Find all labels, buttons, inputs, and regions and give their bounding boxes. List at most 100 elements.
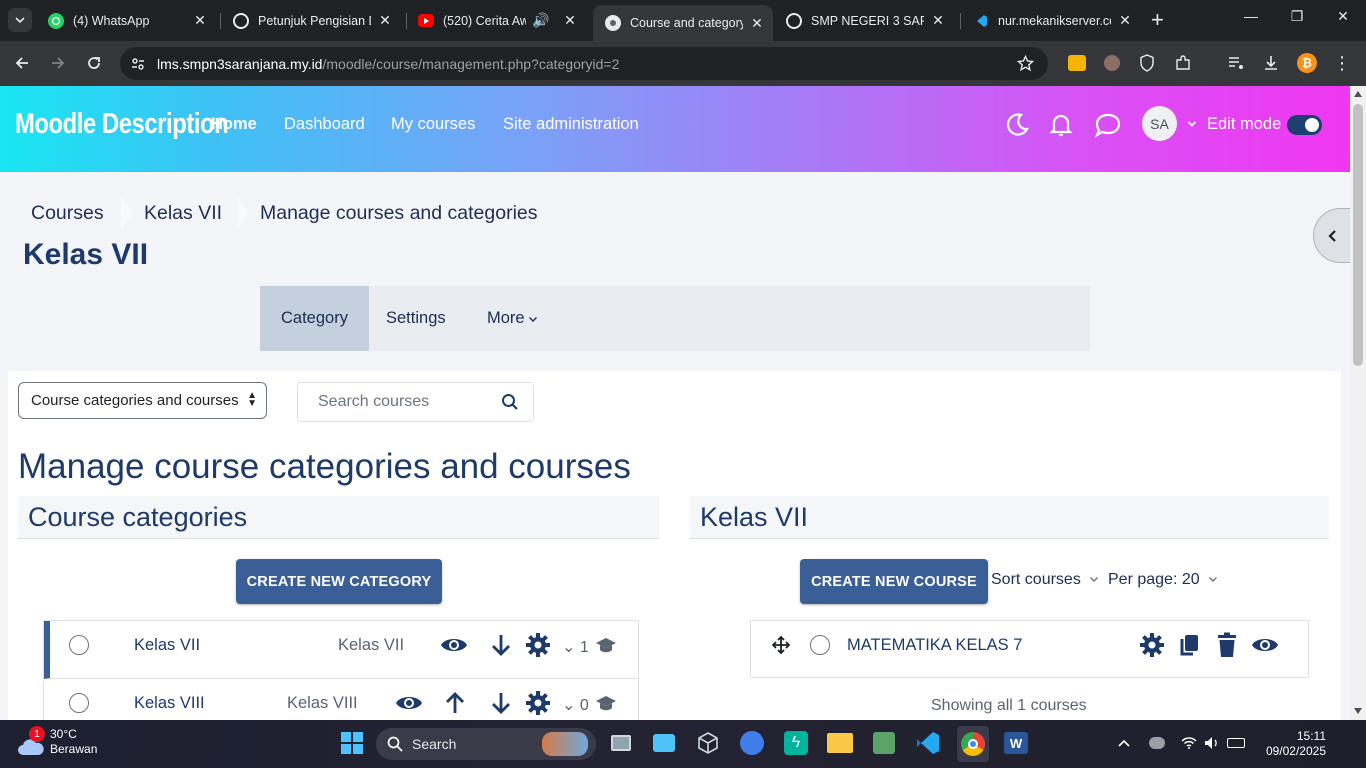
tab-search-button[interactable] [8,8,32,32]
close-icon[interactable]: ✕ [1117,12,1133,29]
category-checkbox[interactable] [69,635,89,655]
media-icon[interactable] [1225,52,1247,74]
nav-dashboard[interactable]: Dashboard [284,115,365,134]
page-scrollbar[interactable] [1350,86,1366,720]
category-name[interactable]: Kelas VIII [134,694,205,713]
arrow-up-icon[interactable] [441,689,469,717]
close-icon[interactable]: ✕ [562,12,578,29]
reload-button[interactable] [83,52,105,74]
windows-start-icon[interactable] [338,729,366,757]
gear-icon[interactable] [524,631,552,659]
category-name[interactable]: Kelas VII [134,636,200,655]
chevron-up-icon[interactable] [1110,729,1138,757]
arrow-down-icon[interactable] [487,631,515,659]
category-row[interactable]: Kelas VIII Kelas VIII ⌄ 0 [44,679,638,720]
breadcrumb-category[interactable]: Kelas VII [144,202,222,225]
copy-icon[interactable] [1175,631,1203,659]
box-app-icon[interactable] [694,729,722,757]
search-icon[interactable] [501,393,519,411]
tab-title: nur.mekanikserver.co [998,13,1111,28]
browser-tab[interactable]: SMP NEGERI 3 SARAI ✕ [774,6,954,35]
back-button[interactable] [11,52,33,74]
trash-icon[interactable] [1213,631,1241,659]
extension-icon[interactable] [1101,52,1123,74]
tools-app-icon[interactable] [870,729,898,757]
taskbar-clock[interactable]: 15:11 09/02/2025 [1258,729,1326,759]
chevron-left-icon [1328,229,1336,242]
course-name[interactable]: MATEMATIKA KELAS 7 [847,636,1022,655]
nav-my-courses[interactable]: My courses [391,115,475,134]
new-tab-button[interactable]: + [1151,9,1164,31]
close-icon[interactable]: ✕ [749,15,765,32]
chrome-icon[interactable] [957,726,989,762]
gear-icon[interactable] [1138,631,1166,659]
chat-icon[interactable] [1093,110,1123,140]
address-bar[interactable]: lms.smpn3saranjana.my.id/moodle/course/m… [120,47,1048,80]
tab-category[interactable]: Category [260,286,369,351]
shield-icon[interactable] [1136,52,1158,74]
move-icon[interactable] [772,636,790,654]
browser-toolbar: lms.smpn3saranjana.my.id/moodle/course/m… [0,41,1366,86]
forward-button[interactable] [47,52,69,74]
minimize-button[interactable]: — [1241,8,1261,24]
category-checkbox[interactable] [69,693,89,713]
menu-icon[interactable]: ⋮ [1331,52,1353,74]
close-window-button[interactable]: ✕ [1333,8,1353,25]
battery-icon[interactable] [1222,729,1250,757]
eye-icon[interactable] [440,631,468,659]
bell-icon[interactable] [1046,110,1076,140]
browser-tab[interactable]: (520) Cerita Awal 🔊 ✕ [406,6,586,35]
search-icon [387,736,403,752]
extension-icon[interactable] [1066,52,1088,74]
bolt-app-icon[interactable]: ϟ [782,729,810,757]
tray-app-icon[interactable] [1143,729,1171,757]
breadcrumb-current: Manage courses and categories [260,202,538,224]
widgets-icon[interactable] [650,729,678,757]
gear-icon[interactable] [524,689,552,717]
nav-site-administration[interactable]: Site administration [503,115,639,134]
arrow-down-icon[interactable] [487,689,515,717]
close-icon[interactable]: ✕ [377,12,393,29]
chevron-down-icon[interactable] [1187,119,1197,129]
edit-mode-toggle[interactable] [1287,115,1322,135]
browser-tab[interactable]: Petunjuk Pengisian Da ✕ [221,6,401,35]
bitcoin-icon[interactable]: ₿ [1296,52,1318,74]
eye-icon[interactable] [1251,631,1279,659]
search-courses-input[interactable]: Search courses [297,382,534,422]
scrollbar-thumb[interactable] [1353,104,1363,366]
eye-icon[interactable] [395,689,423,717]
user-avatar[interactable]: SA [1142,106,1177,141]
folder-icon[interactable] [826,729,854,757]
create-course-button[interactable]: CREATE NEW COURSE [800,559,988,604]
close-icon[interactable]: ✕ [930,12,946,29]
moon-icon[interactable] [1002,110,1032,140]
nav-home[interactable]: Home [211,115,257,134]
site-brand[interactable]: Moodle Description [15,108,229,141]
speaker-icon[interactable]: 🔊 [532,12,549,29]
download-icon[interactable] [1260,52,1282,74]
per-page-dropdown[interactable]: Per page: 20 [1108,571,1218,589]
puzzle-icon[interactable] [1172,52,1194,74]
tab-more[interactable]: More [487,286,538,351]
course-checkbox[interactable] [810,635,830,655]
taskbar-search-label: Search [412,736,457,752]
youtube-icon [418,14,434,27]
app-icon[interactable] [738,729,766,757]
browser-tab[interactable]: (4) WhatsApp ✕ [36,6,216,35]
create-category-button[interactable]: CREATE NEW CATEGORY [236,559,442,604]
view-mode-select[interactable]: Course categories and courses ▲ ▼ [18,382,267,419]
weather-widget[interactable]: 30°C Berawan [50,727,97,757]
breadcrumb-courses[interactable]: Courses [31,202,104,225]
browser-tab-active[interactable]: Course and category ✕ [593,5,773,41]
restore-button[interactable]: ❐ [1287,8,1307,25]
close-icon[interactable]: ✕ [192,12,208,29]
open-drawer-button[interactable] [1313,208,1350,263]
taskbar-search[interactable]: Search [376,728,596,760]
vscode-icon[interactable] [914,729,942,757]
browser-tab[interactable]: nur.mekanikserver.co ✕ [961,6,1141,35]
task-view-icon[interactable] [607,729,635,757]
category-row[interactable]: Kelas VII Kelas VII ⌄ 1 [44,621,638,679]
sort-courses-dropdown[interactable]: Sort courses [991,571,1099,589]
word-icon[interactable]: W [1002,729,1030,757]
tab-settings[interactable]: Settings [386,286,446,351]
